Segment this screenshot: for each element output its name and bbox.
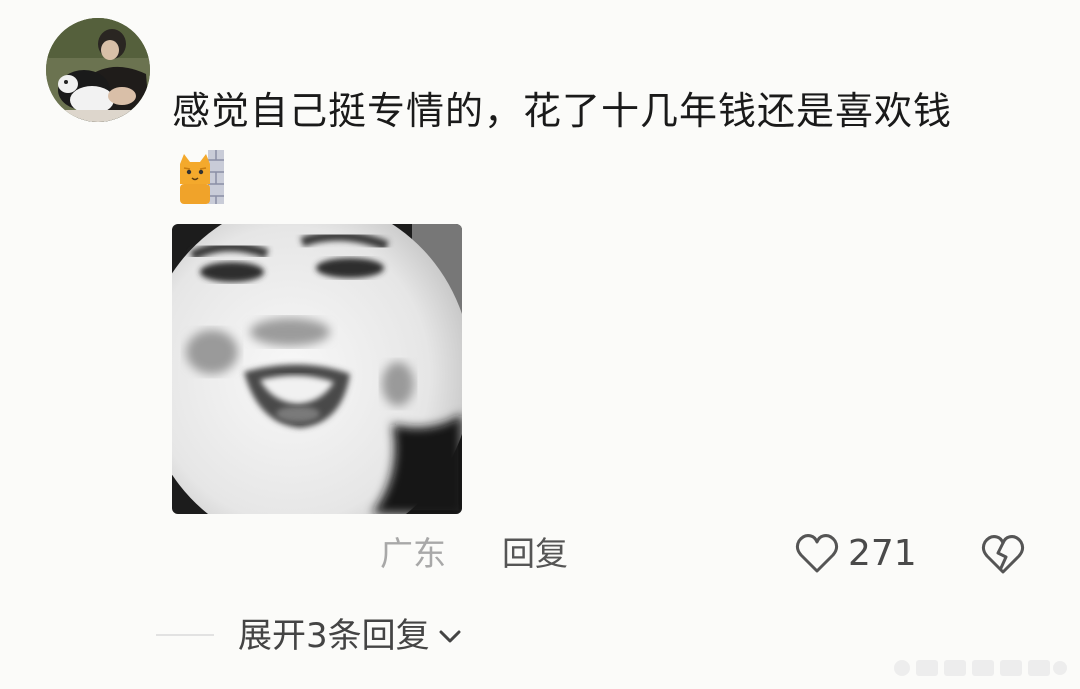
cat-peeking-emoji (176, 150, 228, 204)
reply-button[interactable]: 回复 (502, 532, 568, 576)
dislike-button[interactable] (980, 532, 1026, 578)
heart-icon (795, 534, 839, 573)
divider-line (156, 634, 214, 636)
watermark-graphic (894, 660, 1067, 676)
chevron-down-icon (439, 630, 461, 643)
expand-replies-label: 展开3条回复 (238, 616, 430, 656)
expand-replies-button[interactable]: 展开3条回复 (238, 612, 464, 660)
user-avatar-photo (46, 18, 150, 122)
meme-face-sticker[interactable] (172, 224, 462, 514)
broken-heart-icon (981, 535, 1025, 574)
like-count: 271 (848, 533, 917, 574)
user-avatar[interactable] (46, 18, 150, 122)
comment-location: 广东 (380, 534, 446, 573)
like-button[interactable]: 271 (794, 530, 917, 578)
comment-page: 感觉自己挺专情的，花了十几年钱还是喜欢钱 广东 回复 271 展开3条回复 (0, 0, 1080, 689)
comment-text: 感觉自己挺专情的，花了十几年钱还是喜欢钱 (172, 89, 953, 133)
